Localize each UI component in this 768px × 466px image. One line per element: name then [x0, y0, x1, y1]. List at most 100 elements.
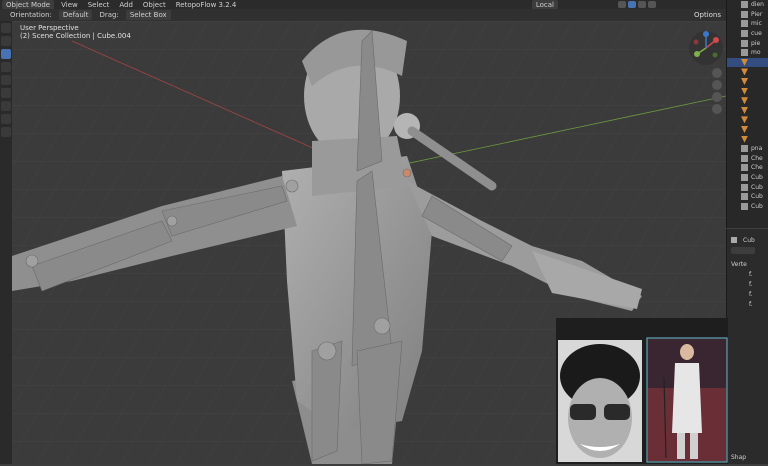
menu-view[interactable]: View — [56, 1, 83, 9]
object-data-icon — [731, 237, 737, 243]
outliner-item[interactable] — [727, 96, 768, 106]
properties-panel: Cub Verte f. f. f. f. Shap — [726, 229, 768, 464]
outliner-item-label: mic — [751, 20, 762, 28]
outliner-item-label: Che — [751, 154, 763, 162]
armature-icon — [741, 164, 748, 172]
add-cube-tool-icon[interactable] — [1, 127, 11, 137]
pan-hand-icon[interactable] — [712, 80, 722, 90]
outliner-item-label: Pier — [751, 10, 763, 18]
outliner-item[interactable]: Che — [727, 163, 768, 173]
armature-icon — [741, 145, 748, 153]
outliner-item[interactable]: Cub — [727, 173, 768, 183]
outliner-item[interactable] — [727, 134, 768, 144]
outliner-item[interactable]: Pier — [727, 10, 768, 20]
outliner-item[interactable] — [727, 57, 768, 68]
object-icon — [741, 20, 748, 28]
outliner-item[interactable] — [727, 77, 768, 87]
outliner-item[interactable] — [727, 86, 768, 96]
outliner-item[interactable]: Cub — [727, 201, 768, 211]
object-icon — [741, 30, 748, 38]
outliner-item[interactable]: Che — [727, 154, 768, 164]
object-icon — [741, 1, 748, 9]
armature-icon — [741, 183, 748, 191]
outliner-item[interactable] — [727, 106, 768, 116]
armature-icon — [741, 49, 748, 57]
armature-icon — [741, 202, 748, 210]
shading-buttons[interactable] — [618, 1, 656, 8]
outliner-panel: dien Pier mic cue pie mo pna Che Che Cub Cub Cub Cub — [726, 0, 768, 228]
zoom-icon[interactable] — [712, 68, 722, 78]
grid-view-icon[interactable] — [712, 104, 722, 114]
outliner-item[interactable] — [727, 67, 768, 77]
outliner-item-label: Che — [751, 164, 763, 172]
armature-icon — [741, 116, 748, 124]
armature-icon — [741, 173, 748, 181]
orientation-dropdown[interactable]: Default — [58, 10, 93, 20]
reference-portrait-image — [558, 340, 642, 462]
outliner-item-label: Cub — [751, 173, 763, 181]
outliner-item[interactable]: dien — [727, 0, 768, 10]
orientation-label: Orientation: — [10, 11, 52, 19]
outliner-list: dien Pier mic cue pie mo pna Che Che Cub Cub Cub Cub — [727, 0, 768, 211]
vertex-groups-header[interactable]: Verte — [731, 261, 747, 268]
menu-select[interactable]: Select — [83, 1, 115, 9]
outliner-item-label: Cub — [751, 193, 763, 201]
move-tool-icon[interactable] — [1, 49, 11, 59]
vertex-group-row[interactable]: f. — [731, 271, 753, 278]
select-tool-icon[interactable] — [1, 23, 11, 33]
shape-keys-header[interactable]: Shap — [731, 454, 746, 461]
armature-icon — [741, 97, 748, 105]
cursor-tool-icon[interactable] — [1, 36, 11, 46]
outliner-item-label: mo — [751, 49, 761, 57]
drag-dropdown[interactable]: Select Box — [125, 10, 171, 20]
reference-images — [556, 318, 728, 464]
scale-tool-icon[interactable] — [1, 75, 11, 85]
outliner-item[interactable]: mo — [727, 48, 768, 58]
armature-icon — [741, 126, 748, 134]
outliner-item[interactable]: Cub — [727, 192, 768, 202]
menu-object[interactable]: Object — [138, 1, 171, 9]
vertex-group-row[interactable]: f. — [731, 281, 753, 288]
object-icon — [741, 39, 748, 47]
armature-icon — [741, 58, 748, 66]
options-button[interactable]: Options — [694, 11, 721, 19]
armature-icon — [741, 193, 748, 201]
view-name: User Perspective — [20, 24, 79, 32]
armature-icon — [741, 78, 748, 86]
armature-icon — [741, 68, 748, 76]
outliner-item[interactable] — [727, 115, 768, 125]
object-name-field[interactable]: Cub — [743, 237, 755, 244]
outliner-item-label: pie — [751, 39, 761, 47]
mesh-select-dropdown[interactable] — [731, 246, 755, 254]
vertex-group-row[interactable]: f. — [731, 291, 753, 298]
vertex-group-row[interactable]: f. — [731, 301, 753, 308]
tool-settings-bar: Orientation: Default Drag: Select Box — [0, 9, 726, 21]
outliner-item-label: Cub — [751, 202, 763, 210]
rotate-tool-icon[interactable] — [1, 62, 11, 72]
armature-icon — [741, 135, 748, 143]
outliner-item[interactable]: pna — [727, 144, 768, 154]
outliner-item[interactable]: Cub — [727, 182, 768, 192]
outliner-item[interactable]: cue — [727, 29, 768, 39]
outliner-item-label: dien — [751, 1, 764, 9]
outliner-item[interactable]: mic — [727, 19, 768, 29]
object-icon — [741, 10, 748, 18]
camera-icon[interactable] — [712, 92, 722, 102]
armature-icon — [741, 154, 748, 162]
outliner-item[interactable] — [727, 125, 768, 135]
armature-icon — [741, 106, 748, 114]
tool-shelf — [0, 21, 12, 464]
outliner-item-label: Cub — [751, 183, 763, 191]
reference-stage-photo — [646, 337, 728, 463]
navigation-gizmo[interactable] — [688, 30, 724, 66]
menu-add[interactable]: Add — [114, 1, 138, 9]
annotate-tool-icon[interactable] — [1, 101, 11, 111]
header-bar: Object Mode View Select Add Object Retop… — [0, 0, 726, 10]
measure-tool-icon[interactable] — [1, 114, 11, 124]
transform-tool-icon[interactable] — [1, 88, 11, 98]
armature-icon — [741, 87, 748, 95]
outliner-item-label: pna — [751, 145, 763, 153]
drag-label: Drag: — [99, 11, 119, 19]
menu-retopoflow[interactable]: RetopoFlow 3.2.4 — [171, 1, 242, 9]
outliner-item[interactable]: pie — [727, 38, 768, 48]
